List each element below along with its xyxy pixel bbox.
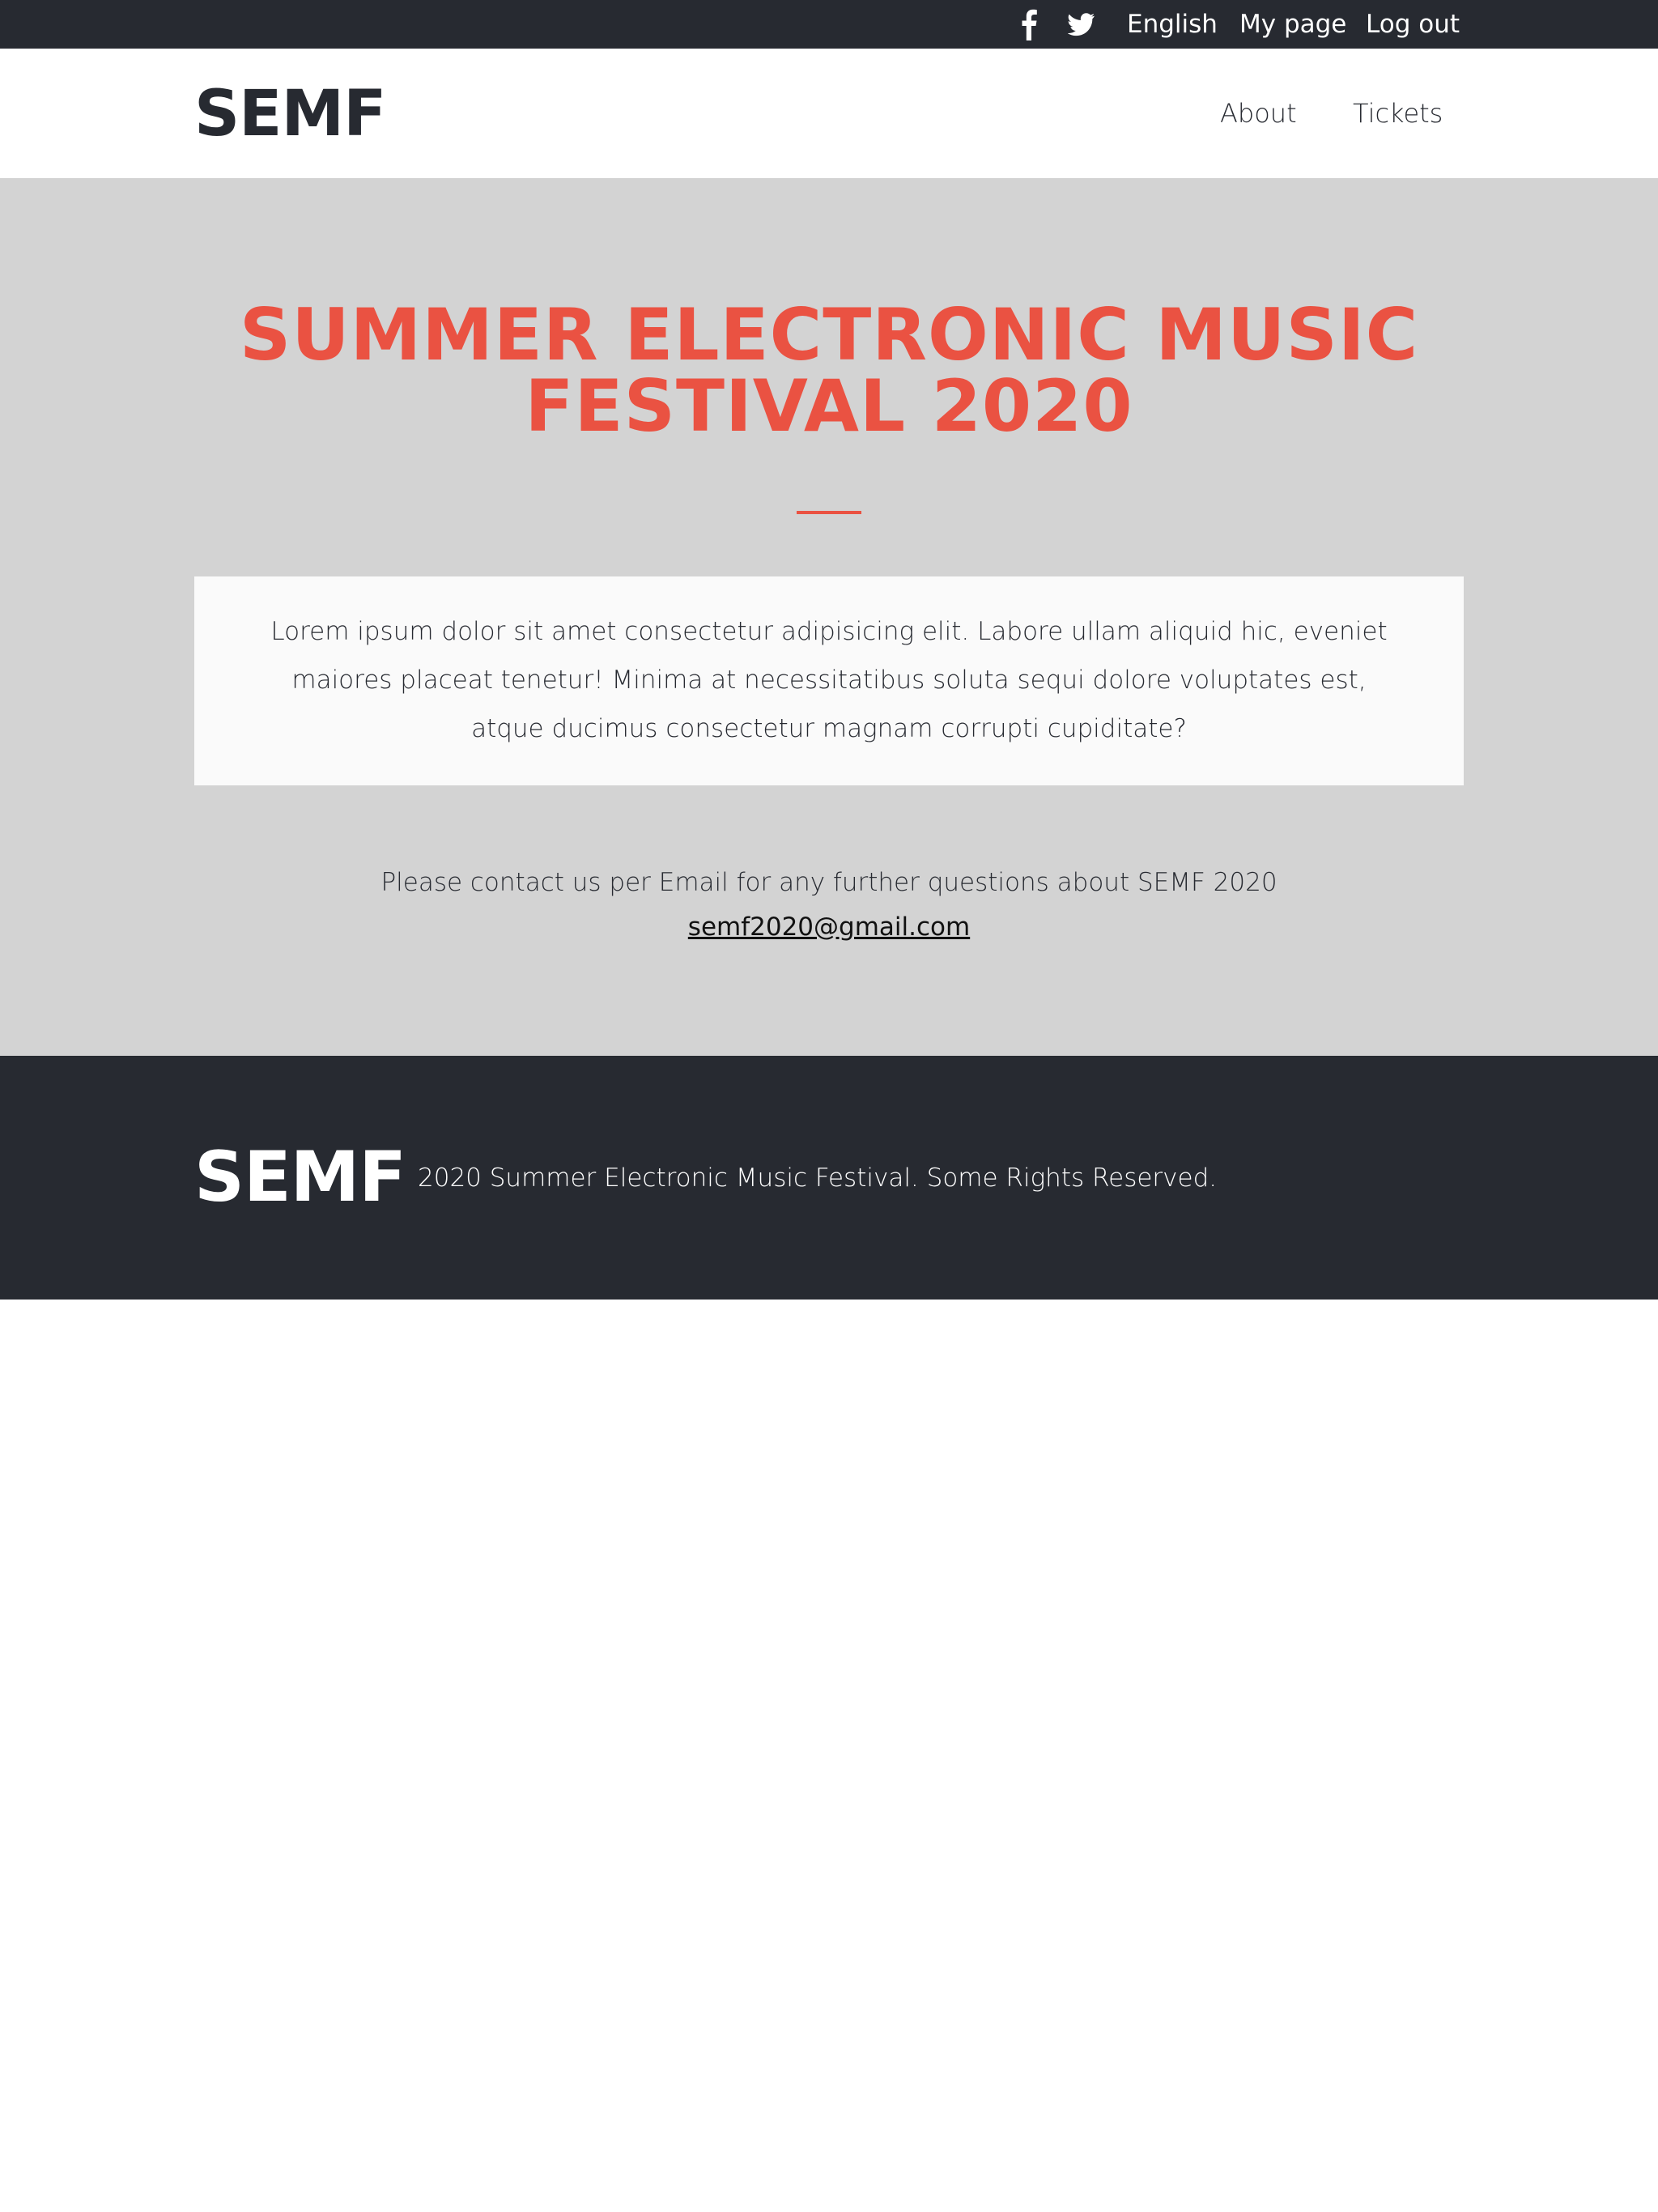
page-title: SUMMER ELECTRONIC MUSIC FESTIVAL 2020 xyxy=(162,300,1496,442)
site-header: SEMF About Tickets xyxy=(0,49,1658,178)
contact-text: Please contact us per Email for any furt… xyxy=(380,868,1278,897)
facebook-icon[interactable] xyxy=(1021,8,1037,40)
language-selector[interactable]: English xyxy=(1127,0,1218,49)
twitter-icon[interactable] xyxy=(1068,8,1095,40)
description-text: Lorem ipsum dolor sit amet consectetur a… xyxy=(270,617,1388,743)
footer-copyright: 2020 Summer Electronic Music Festival. S… xyxy=(418,1163,1218,1193)
description-card: Lorem ipsum dolor sit amet consectetur a… xyxy=(194,576,1464,785)
nav-about[interactable]: About xyxy=(1220,96,1297,131)
contact-email-link[interactable]: semf2020@gmail.com xyxy=(688,912,970,942)
my-page-link[interactable]: My page xyxy=(1239,0,1346,49)
site-footer: SEMF 2020 Summer Electronic Music Festiv… xyxy=(0,1056,1658,1300)
footer-logo: SEMF xyxy=(194,1137,406,1218)
hero-section: SUMMER ELECTRONIC MUSIC FESTIVAL 2020 Lo… xyxy=(0,178,1658,1056)
contact-email-row: semf2020@gmail.com xyxy=(0,907,1658,947)
title-divider xyxy=(797,511,861,514)
logout-link[interactable]: Log out xyxy=(1366,0,1460,49)
nav-tickets[interactable]: Tickets xyxy=(1353,96,1443,131)
site-logo[interactable]: SEMF xyxy=(194,78,386,151)
top-utility-bar: English My page Log out xyxy=(0,0,1658,49)
page-title-line-2: FESTIVAL 2020 xyxy=(525,364,1133,448)
